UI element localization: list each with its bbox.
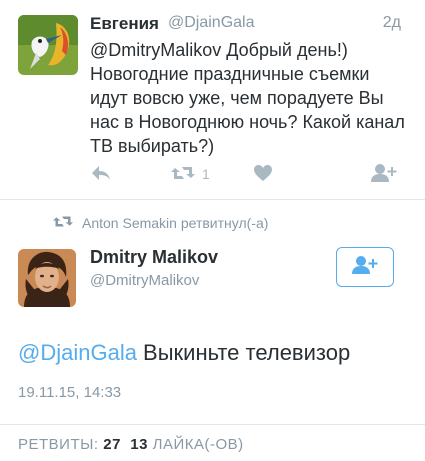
reply-button[interactable] [90,160,112,188]
follow-user-button[interactable] [370,160,398,188]
add-user-icon [370,163,398,186]
author-name[interactable]: Евгения [90,14,159,34]
retweet-banner-icon [52,214,74,232]
retweets-label: РЕТВИТЫ: [18,436,99,453]
author-handle[interactable]: @DmitryMalikov [90,272,199,289]
retweet-button[interactable]: 1 [170,160,210,188]
reply-icon [90,164,112,185]
likes-label: ЛАЙКА(-ОВ) [152,436,244,453]
reply-tweet[interactable]: Евгения @DjainGala 2д @DmitryMalikov Доб… [0,0,425,199]
tweet-stats: РЕТВИТЫ: 27 13 ЛАЙКА(-ОВ) [18,436,244,453]
tweet-text-body: Выкиньте телевизор [136,340,351,365]
retweet-icon [170,164,196,185]
tweet-actions: 1 [90,160,410,188]
follow-button[interactable] [336,247,394,287]
author-name[interactable]: Dmitry Malikov [90,247,218,268]
avatar[interactable] [18,249,76,307]
avatar[interactable] [18,15,78,75]
retweet-count: 1 [202,166,210,182]
retweets-count[interactable]: 27 [103,436,121,453]
like-button[interactable] [253,160,273,188]
divider [0,199,425,200]
likes-count[interactable]: 13 [130,436,148,453]
author-handle[interactable]: @DjainGala [168,14,255,32]
tweet-text: @DjainGala Выкиньте телевизор [18,340,350,366]
follow-icon [351,255,379,280]
tweet-date: 19.11.15, 14:33 [18,384,122,401]
tweet-body: @DmitryMalikov Добрый день!) Новогодние … [90,40,405,156]
mention-link[interactable]: @DjainGala [18,340,137,365]
like-icon [253,164,273,185]
divider [0,424,425,425]
tweet-time: 2д [382,14,401,31]
retweet-banner[interactable]: Anton Semakin ретвитнул(-а) [52,214,268,232]
retweet-banner-text: Anton Semakin ретвитнул(-а) [82,215,269,231]
